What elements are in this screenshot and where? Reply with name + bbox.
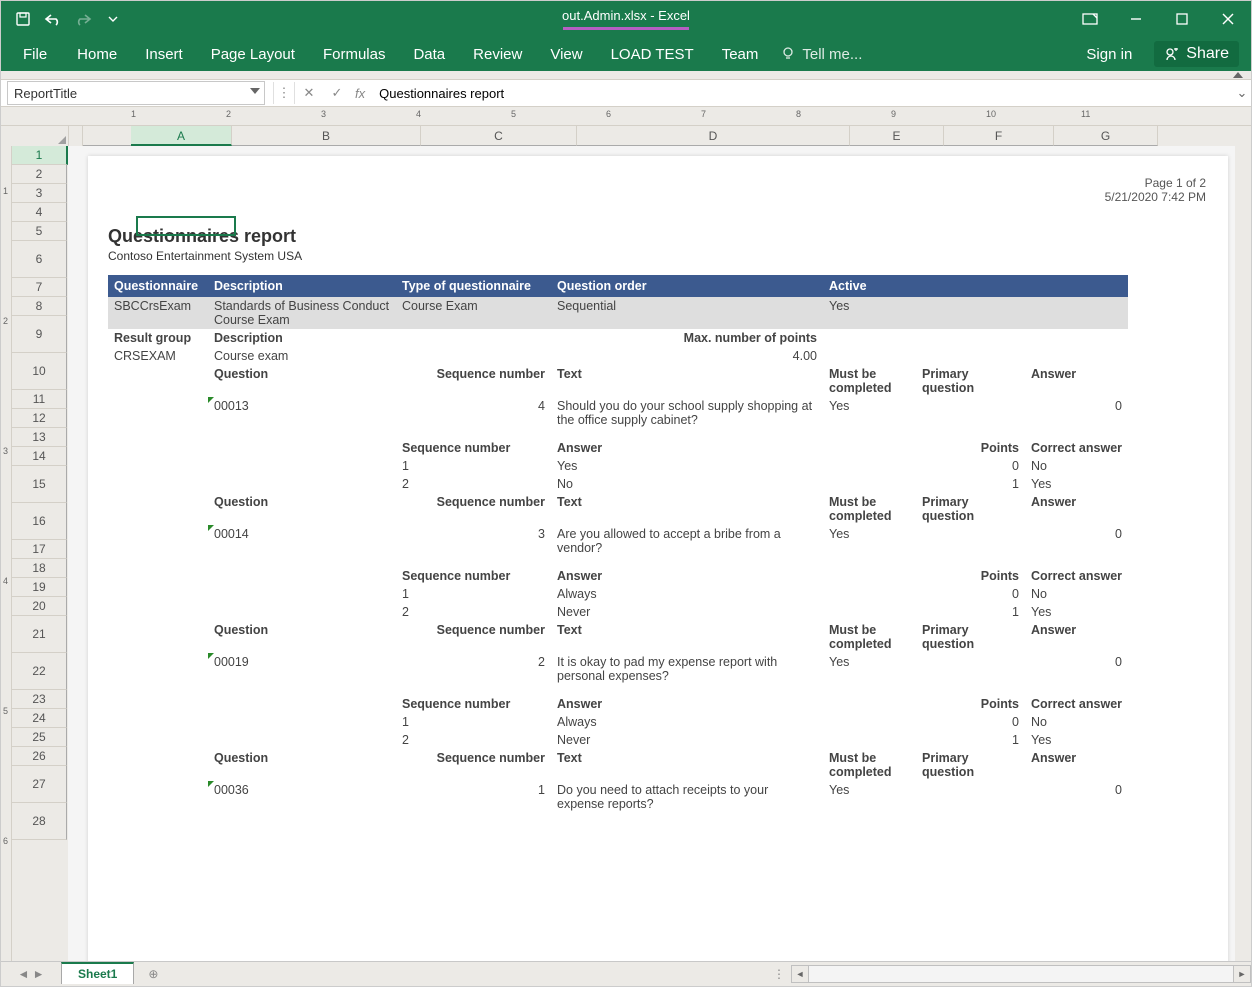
print-page: Page 1 of 2 5/21/2020 7:42 PM Questionna… <box>88 156 1228 961</box>
column-header-G[interactable]: G <box>1054 126 1158 146</box>
report-subtitle: Contoso Entertainment System USA <box>108 249 1208 263</box>
vertical-scrollbar[interactable] <box>1235 146 1251 961</box>
save-icon[interactable] <box>9 5 37 33</box>
row-header-23[interactable]: 23 <box>12 690 67 709</box>
row-header-24[interactable]: 24 <box>12 709 67 728</box>
title-bar: out.Admin.xlsx - Excel <box>1 1 1251 37</box>
tab-load-test[interactable]: LOAD TEST <box>597 37 708 71</box>
column-header-F[interactable]: F <box>944 126 1054 146</box>
formula-bar: ReportTitle ⋮ ✕ ✓ fx ⌄ <box>1 80 1251 107</box>
report-title-cell[interactable]: Questionnaires report <box>108 226 1208 247</box>
maximize-icon[interactable] <box>1159 1 1205 37</box>
row-header-22[interactable]: 22 <box>12 653 67 690</box>
expand-formula-bar-icon[interactable]: ⌄ <box>1233 85 1251 101</box>
row-header-7[interactable]: 7 <box>12 278 67 297</box>
row-header-9[interactable]: 9 <box>12 316 67 353</box>
column-header-D[interactable]: D <box>577 126 850 146</box>
lightbulb-icon <box>780 46 796 62</box>
row-header-27[interactable]: 27 <box>12 766 67 803</box>
tab-file[interactable]: File <box>13 37 63 71</box>
row-header-12[interactable]: 12 <box>12 409 67 428</box>
row-header-10[interactable]: 10 <box>12 353 67 390</box>
sheet-tab-bar: ◄ ► Sheet1 ⊕ ⋮ ◄► <box>1 961 1251 986</box>
select-all-cell[interactable] <box>1 126 69 146</box>
row-header-18[interactable]: 18 <box>12 559 67 578</box>
worksheet-area[interactable]: Page 1 of 2 5/21/2020 7:42 PM Questionna… <box>68 146 1251 961</box>
row-header-16[interactable]: 16 <box>12 503 67 540</box>
column-header-B[interactable]: B <box>232 126 421 146</box>
row-header-25[interactable]: 25 <box>12 728 67 747</box>
cancel-formula-icon[interactable]: ✕ <box>295 82 323 104</box>
formula-bar-separator: ⋮ <box>273 82 295 104</box>
ribbon-collapse-toggle[interactable] <box>1 71 1251 80</box>
row-header-4[interactable]: 4 <box>12 203 67 222</box>
tab-team[interactable]: Team <box>708 37 773 71</box>
row-header-1[interactable]: 1 <box>12 146 68 165</box>
tab-data[interactable]: Data <box>399 37 459 71</box>
ribbon-display-options-icon[interactable] <box>1067 1 1113 37</box>
row-header-15[interactable]: 15 <box>12 466 67 503</box>
share-button[interactable]: Share <box>1154 41 1239 67</box>
row-header-13[interactable]: 13 <box>12 428 67 447</box>
sheet-tab-sheet1[interactable]: Sheet1 <box>61 962 134 984</box>
row-header-21[interactable]: 21 <box>12 616 67 653</box>
row-header-5[interactable]: 5 <box>12 222 67 241</box>
row-header-2[interactable]: 2 <box>12 165 67 184</box>
row-header-20[interactable]: 20 <box>12 597 67 616</box>
tab-page-layout[interactable]: Page Layout <box>197 37 309 71</box>
new-sheet-button[interactable]: ⊕ <box>140 963 166 985</box>
row-header-8[interactable]: 8 <box>12 297 67 316</box>
tab-insert[interactable]: Insert <box>131 37 197 71</box>
formula-input[interactable] <box>373 82 1233 104</box>
row-header-3[interactable]: 3 <box>12 184 67 203</box>
row-header-19[interactable]: 19 <box>12 578 67 597</box>
tab-home[interactable]: Home <box>63 37 131 71</box>
enter-formula-icon[interactable]: ✓ <box>323 82 351 104</box>
chevron-down-icon[interactable] <box>250 88 260 94</box>
sign-in-link[interactable]: Sign in <box>1072 37 1146 71</box>
page-indicator: Page 1 of 2 <box>1105 176 1206 190</box>
undo-icon[interactable] <box>39 5 67 33</box>
quick-access-toolbar <box>1 5 127 33</box>
report-main-table: Questionnaire Description Type of questi… <box>108 275 1128 823</box>
row-header-17[interactable]: 17 <box>12 540 67 559</box>
redo-icon[interactable] <box>69 5 97 33</box>
window-title: out.Admin.xlsx - Excel <box>1 8 1251 30</box>
sheet-nav-buttons[interactable]: ◄ ► <box>1 967 61 981</box>
tab-formulas[interactable]: Formulas <box>309 37 400 71</box>
tell-me-search[interactable]: Tell me... <box>780 46 862 63</box>
ribbon-tabs: File Home Insert Page Layout Formulas Da… <box>1 37 1251 71</box>
row-header-14[interactable]: 14 <box>12 447 67 466</box>
close-icon[interactable] <box>1205 1 1251 37</box>
page-timestamp: 5/21/2020 7:42 PM <box>1105 190 1206 204</box>
tab-view[interactable]: View <box>536 37 596 71</box>
qat-customize-icon[interactable] <box>99 5 127 33</box>
horizontal-ruler: 1234567891011 <box>1 107 1251 126</box>
row-header-6[interactable]: 6 <box>12 241 67 278</box>
row-header-26[interactable]: 26 <box>12 747 67 766</box>
column-header-E[interactable]: E <box>850 126 944 146</box>
row-header-28[interactable]: 28 <box>12 803 67 840</box>
column-header-C[interactable]: C <box>421 126 577 146</box>
name-box[interactable]: ReportTitle <box>7 81 265 105</box>
tab-review[interactable]: Review <box>459 37 536 71</box>
row-header-11[interactable]: 11 <box>12 390 67 409</box>
minimize-icon[interactable] <box>1113 1 1159 37</box>
column-header-A[interactable]: A <box>131 126 232 146</box>
horizontal-scrollbar[interactable]: ◄► <box>791 966 1251 982</box>
column-headers: ABCDEFG <box>1 126 1251 146</box>
fx-icon[interactable]: fx <box>355 86 365 101</box>
share-icon <box>1164 46 1180 62</box>
